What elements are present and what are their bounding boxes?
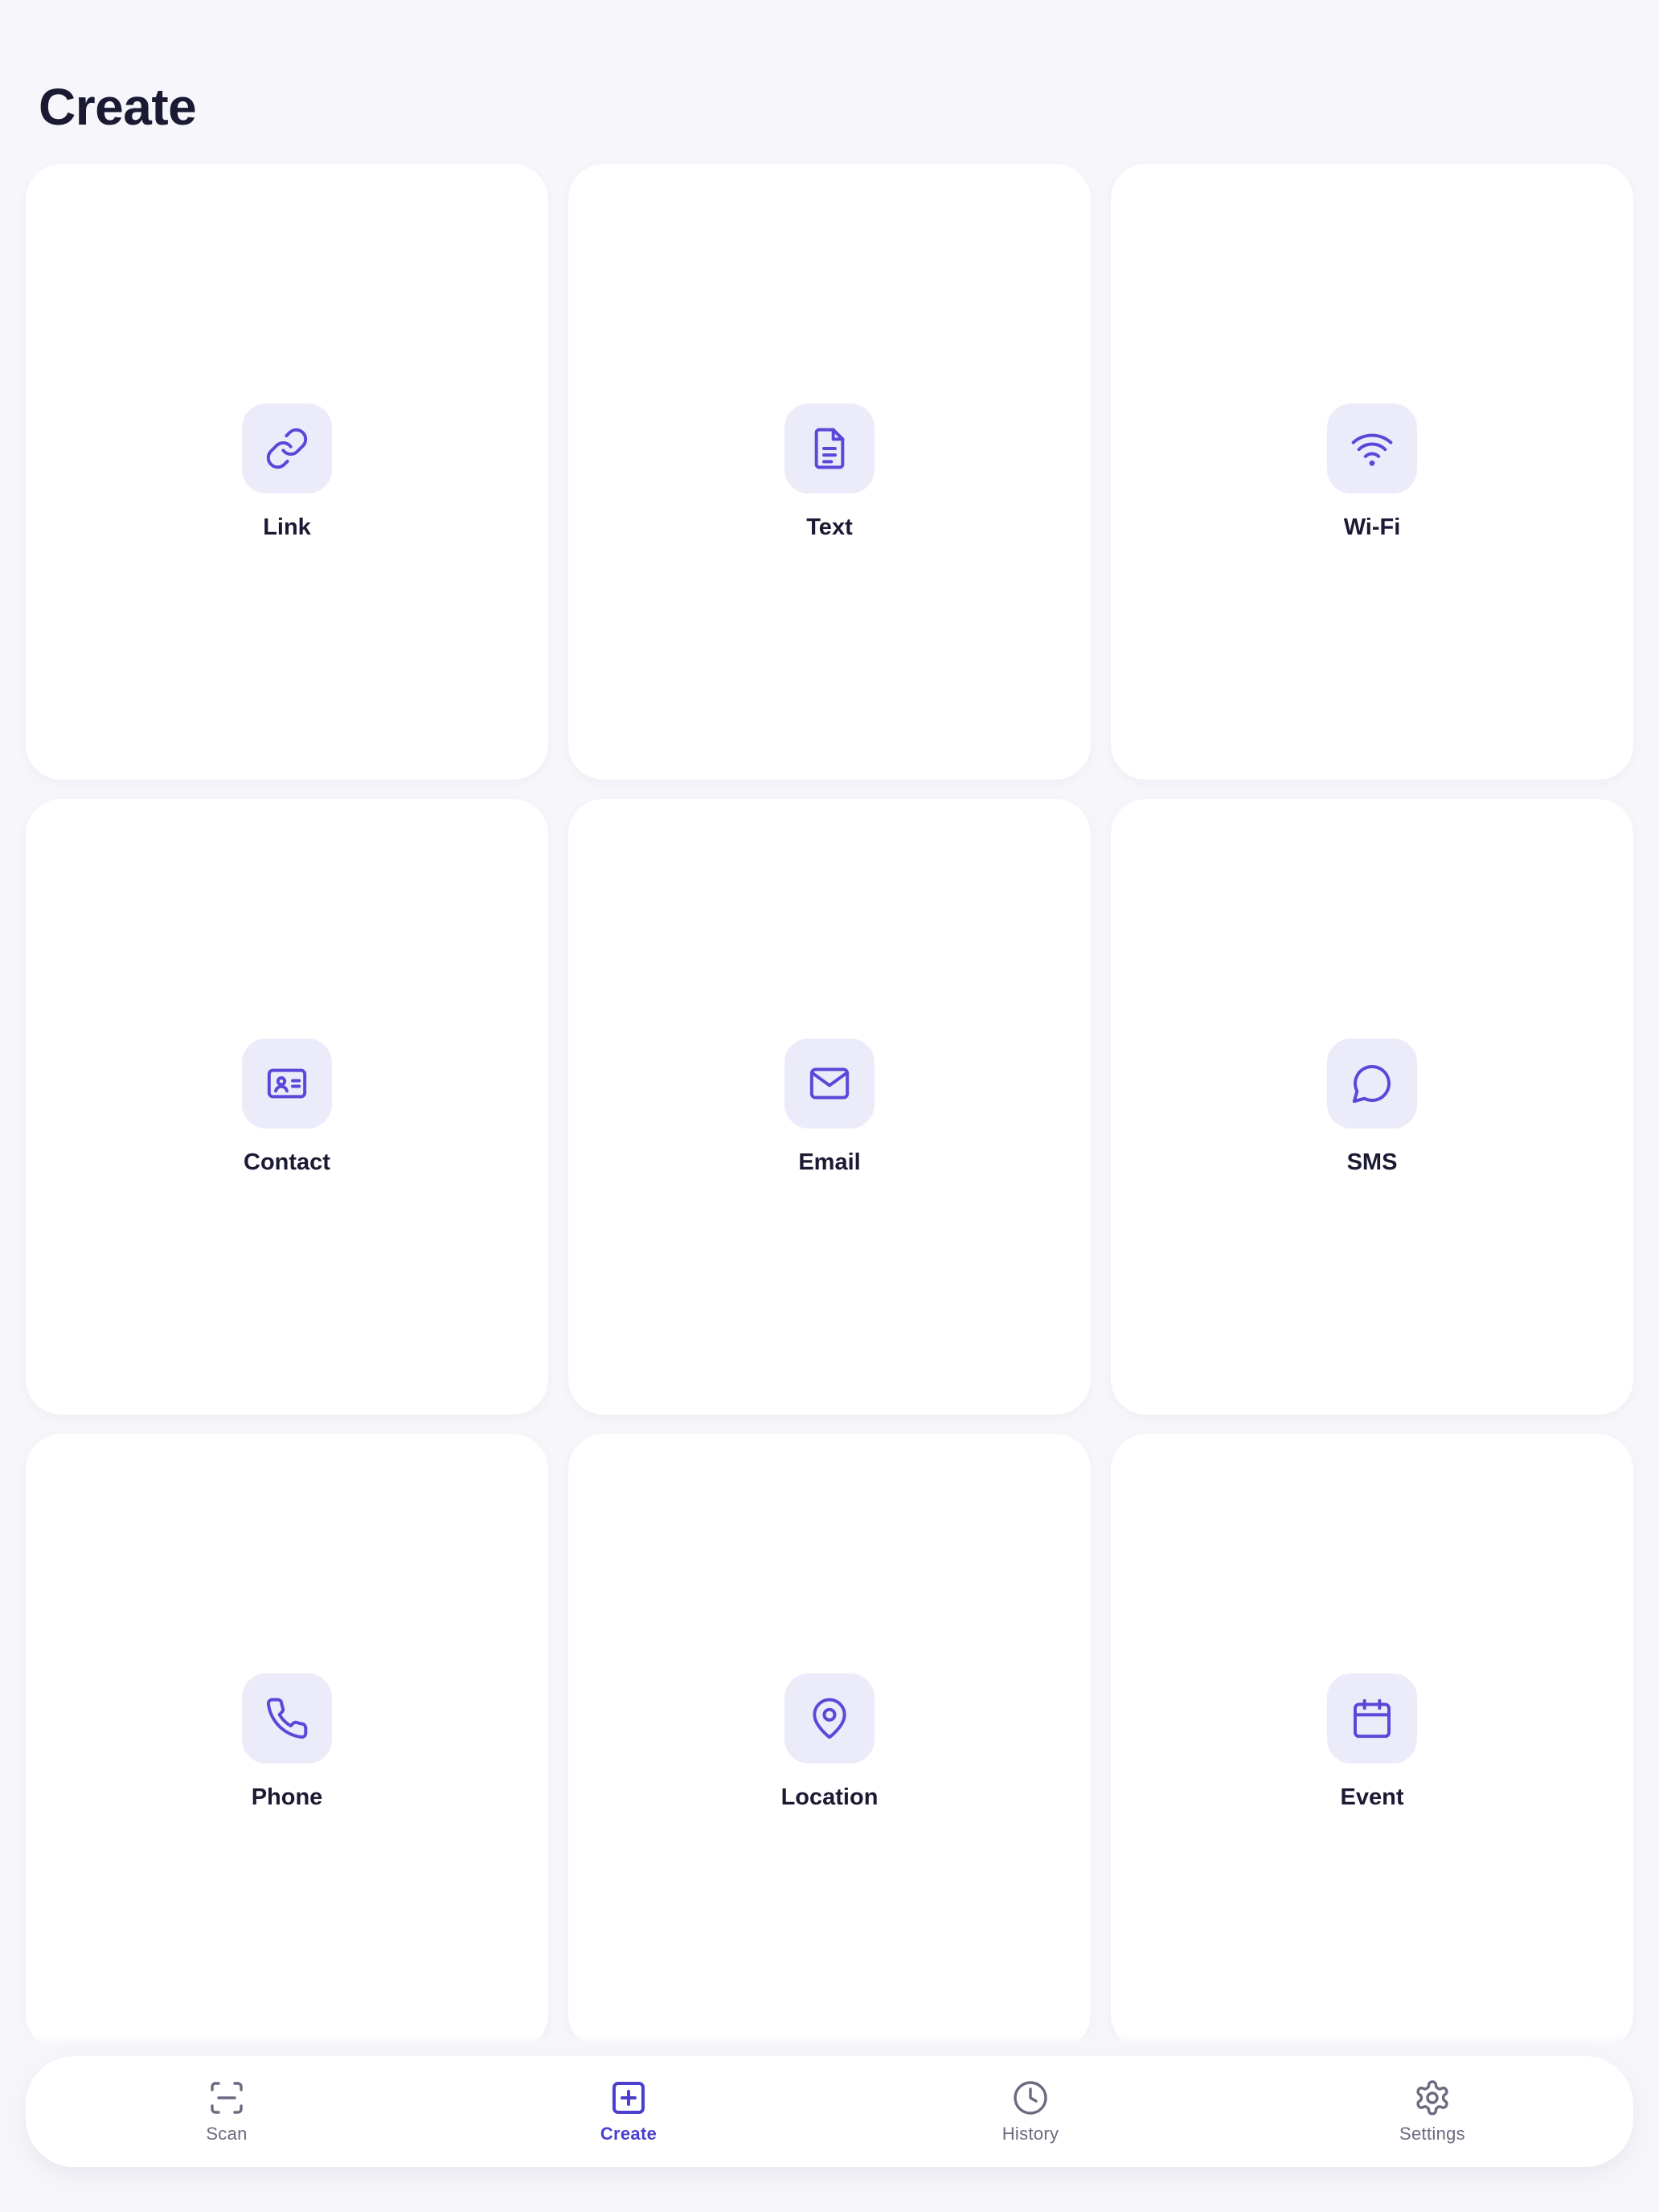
tile-label: Contact	[244, 1149, 330, 1175]
page-title: Create	[39, 78, 197, 136]
tile-sms[interactable]: SMS	[1111, 799, 1633, 1415]
tab-label: Create	[600, 2124, 657, 2144]
scan-icon	[211, 2082, 243, 2114]
map-pin-icon	[784, 1673, 875, 1763]
tile-label: Wi-Fi	[1343, 514, 1401, 540]
tab-settings[interactable]: Settings	[1231, 2056, 1633, 2167]
tile-wifi[interactable]: Wi-Fi	[1111, 164, 1633, 780]
tab-scan[interactable]: Scan	[26, 2056, 428, 2167]
mail-icon	[784, 1038, 875, 1129]
tile-label: Link	[263, 514, 311, 540]
calendar-icon	[1327, 1673, 1417, 1763]
link-icon	[242, 403, 332, 494]
bottom-tab-bar: Scan Create History Settings	[26, 2056, 1633, 2167]
tile-label: Event	[1340, 1784, 1404, 1810]
tile-label: Location	[780, 1784, 879, 1810]
document-icon	[784, 403, 875, 494]
tile-text[interactable]: Text	[568, 164, 1091, 780]
tile-label: Email	[798, 1149, 861, 1175]
tile-event[interactable]: Event	[1111, 1434, 1633, 2050]
plus-square-icon	[612, 2082, 645, 2114]
tile-contact[interactable]: Contact	[26, 799, 548, 1415]
chat-bubble-icon	[1327, 1038, 1417, 1129]
wifi-icon	[1327, 403, 1417, 494]
tile-link[interactable]: Link	[26, 164, 548, 780]
tile-label: Phone	[251, 1784, 323, 1810]
tab-label: Scan	[206, 2124, 248, 2144]
tab-history[interactable]: History	[830, 2056, 1231, 2167]
tile-email[interactable]: Email	[568, 799, 1091, 1415]
tile-location[interactable]: Location	[568, 1434, 1091, 2050]
tab-create[interactable]: Create	[428, 2056, 830, 2167]
tab-label: History	[1002, 2124, 1059, 2144]
tile-label: SMS	[1346, 1149, 1398, 1175]
tile-label: Text	[806, 514, 853, 540]
tab-label: Settings	[1399, 2124, 1465, 2144]
clock-icon	[1014, 2081, 1047, 2115]
contact-card-icon	[242, 1038, 332, 1129]
create-type-grid: Link Text Wi-Fi Contact Email SMS Phone …	[26, 164, 1633, 2050]
gear-icon	[1416, 2080, 1448, 2116]
phone-icon	[242, 1673, 332, 1763]
tile-phone[interactable]: Phone	[26, 1434, 548, 2050]
